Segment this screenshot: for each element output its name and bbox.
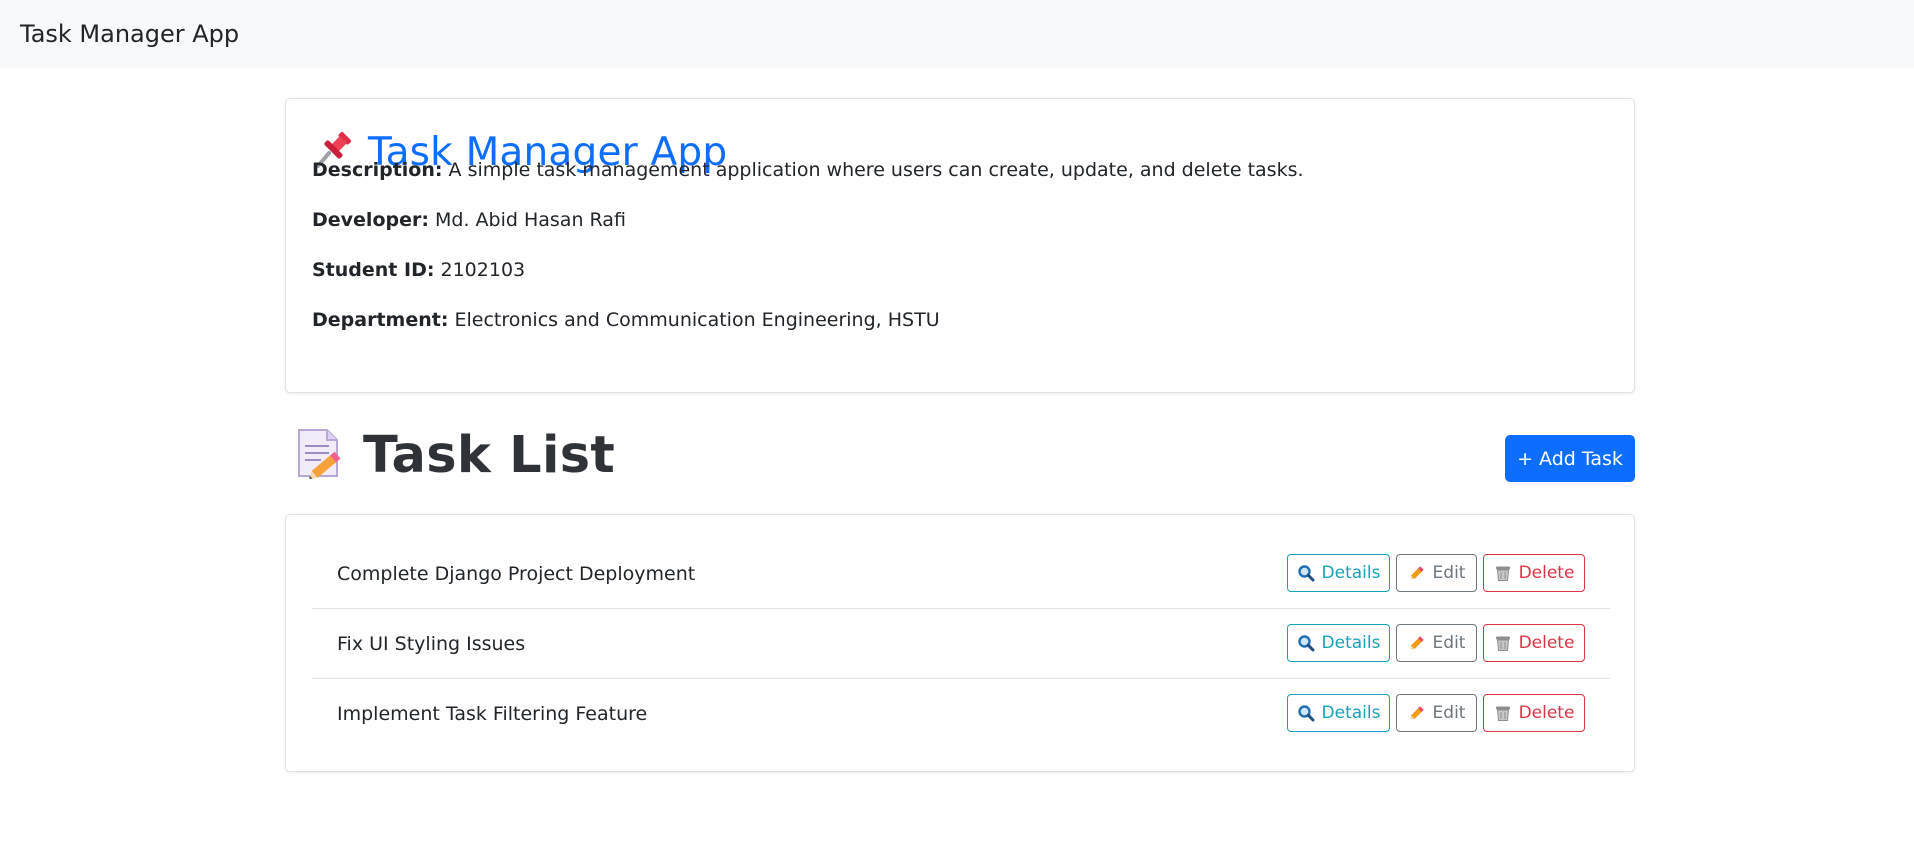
edit-button[interactable]: Edit (1396, 694, 1477, 732)
description-line: Description: A simple task management ap… (312, 158, 1304, 182)
department-line: Department: Electronics and Communicatio… (312, 308, 940, 332)
edit-label: Edit (1432, 633, 1466, 653)
app-info-card: Task Manager App Description: A simple t… (285, 98, 1635, 393)
task-list-card: Complete Django Project Deployment Detai… (285, 514, 1635, 772)
delete-button[interactable]: Delete (1483, 554, 1585, 592)
edit-label: Edit (1432, 563, 1466, 583)
delete-button[interactable]: Delete (1483, 694, 1585, 732)
navbar: Task Manager App (0, 0, 1914, 68)
department-label: Department: (312, 309, 449, 331)
developer-value: Md. Abid Hasan Rafi (435, 209, 626, 231)
pencil-icon (1408, 634, 1426, 652)
task-title: Fix UI Styling Issues (337, 633, 526, 655)
description-label: Description: (312, 159, 443, 181)
task-row: Implement Task Filtering Feature Details… (312, 679, 1610, 749)
edit-button[interactable]: Edit (1396, 554, 1477, 592)
student-id-label: Student ID: (312, 259, 435, 281)
navbar-brand[interactable]: Task Manager App (20, 19, 239, 49)
trash-icon (1494, 564, 1512, 582)
details-label: Details (1321, 703, 1381, 723)
task-list-heading: Task List (363, 425, 616, 485)
details-button[interactable]: Details (1287, 694, 1390, 732)
description-value: A simple task management application whe… (448, 159, 1304, 181)
task-row: Complete Django Project Deployment Detai… (312, 539, 1610, 609)
details-label: Details (1321, 563, 1381, 583)
details-button[interactable]: Details (1287, 624, 1390, 662)
magnifier-icon (1297, 564, 1315, 582)
student-id-value: 2102103 (440, 259, 526, 281)
trash-icon (1494, 634, 1512, 652)
delete-button[interactable]: Delete (1483, 624, 1585, 662)
task-title: Implement Task Filtering Feature (337, 703, 648, 725)
pencil-icon (1408, 564, 1426, 582)
details-button[interactable]: Details (1287, 554, 1390, 592)
delete-label: Delete (1518, 703, 1575, 723)
student-id-line: Student ID: 2102103 (312, 258, 525, 282)
edit-label: Edit (1432, 703, 1466, 723)
delete-label: Delete (1518, 633, 1575, 653)
task-title: Complete Django Project Deployment (337, 563, 696, 585)
delete-label: Delete (1518, 563, 1575, 583)
task-row: Fix UI Styling Issues Details Edit Delet… (312, 609, 1610, 679)
pencil-icon (1408, 704, 1426, 722)
task-actions: Details Edit Delete (1287, 694, 1585, 732)
memo-icon (295, 427, 345, 483)
add-task-button[interactable]: + Add Task (1505, 435, 1635, 482)
edit-button[interactable]: Edit (1396, 624, 1477, 662)
magnifier-icon (1297, 704, 1315, 722)
task-actions: Details Edit Delete (1287, 554, 1585, 592)
developer-label: Developer: (312, 209, 429, 231)
department-value: Electronics and Communication Engineerin… (454, 309, 940, 331)
details-label: Details (1321, 633, 1381, 653)
task-actions: Details Edit Delete (1287, 624, 1585, 662)
developer-line: Developer: Md. Abid Hasan Rafi (312, 208, 626, 232)
magnifier-icon (1297, 634, 1315, 652)
task-list-header: Task List (295, 425, 615, 485)
trash-icon (1494, 704, 1512, 722)
